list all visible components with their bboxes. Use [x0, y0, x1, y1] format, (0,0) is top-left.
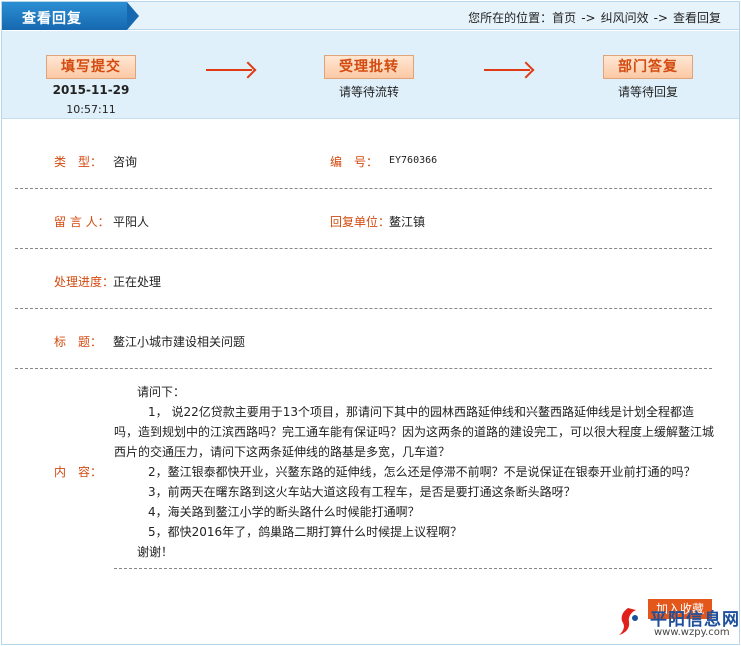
arrow-right-icon — [484, 69, 530, 71]
message-content: 请问下： 1， 说22亿贷款主要用于13个项目，那请问下其中的园林西路延伸线和兴… — [114, 382, 714, 562]
author-label: 留 言 人： — [54, 215, 110, 229]
breadcrumb: 您所在的位置：首页 -> 纠风问效 -> 查看回复 — [468, 9, 721, 26]
breadcrumb-item-current: 查看回复 — [672, 11, 721, 25]
content-label: 内 容： — [54, 465, 103, 479]
breadcrumb-separator: -> — [581, 11, 596, 25]
content-item: 5，都快2016年了，鸽巢路二期打算什么时候提上议程啊？ — [148, 525, 463, 539]
watermark-url: www.wzpy.com — [654, 627, 730, 638]
progress-label: 处理进度： — [54, 275, 115, 289]
subject-label: 标 题： — [54, 335, 103, 349]
type-label: 类 型： — [54, 155, 103, 169]
content-item: 1， 说22亿贷款主要用于13个项目，那请问下其中的园林西路延伸线和兴鳌西路延伸… — [114, 405, 715, 459]
reply-unit-value: 鳌江镇 — [389, 215, 426, 229]
reply-unit-label: 回复单位： — [330, 215, 391, 229]
number-label: 编 号： — [330, 155, 379, 169]
step-submit-time: 10:57:11 — [66, 103, 116, 116]
arrow-right-icon — [206, 69, 252, 71]
content-closing: 谢谢！ — [137, 545, 174, 559]
content-item: 4，海关路到鳌江小学的断头路什么时候能打通啊？ — [148, 505, 420, 519]
content-item: 3，前两天在曙东路到这火车站大道这段有工程车，是否是要打通这条断头路呀？ — [148, 485, 576, 499]
step-process-badge: 受理批转 — [324, 55, 414, 79]
step-submit-badge: 填写提交 — [46, 55, 136, 79]
step-reply-badge: 部门答复 — [603, 55, 693, 79]
panel-header: 查看回复 您所在的位置：首页 -> 纠风问效 -> 查看回复 — [2, 2, 739, 30]
row-divider — [15, 248, 712, 249]
step-submit-date: 2015-11-29 — [52, 83, 130, 97]
progress-value: 正在处理 — [113, 275, 162, 289]
breadcrumb-prefix: 您所在的位置： — [468, 11, 553, 25]
reply-panel: 查看回复 您所在的位置：首页 -> 纠风问效 -> 查看回复 填写提交 2015-11-… — [1, 1, 740, 645]
content-item: 2，鳌江银泰都快开业，兴鳌东路的延伸线，怎么还是停滞不前啊？不是说保证在银泰开业… — [148, 465, 696, 479]
breadcrumb-item-section[interactable]: 纠风问效 — [601, 9, 649, 26]
step-reply-status: 请等待回复 — [617, 85, 678, 99]
content-greeting: 请问下： — [137, 385, 186, 399]
step-process-status: 请等待流转 — [338, 85, 399, 99]
row-divider — [15, 188, 712, 189]
breadcrumb-item-home[interactable]: 首页 — [552, 9, 576, 26]
page-title: 查看回复 — [22, 11, 82, 27]
site-logo-icon — [619, 608, 638, 635]
row-divider — [15, 308, 712, 309]
header-tab: 查看回复 — [2, 2, 139, 30]
author-value: 平阳人 — [113, 215, 150, 229]
number-value: EY760366 — [389, 155, 438, 166]
progress-steps: 填写提交 2015-11-29 10:57:11 受理批转 请等待流转 部门答复… — [2, 31, 739, 119]
row-divider — [15, 368, 712, 369]
subject-value: 鳌江小城市建设相关问题 — [113, 335, 246, 349]
type-value: 咨询 — [113, 155, 138, 169]
content-divider — [114, 568, 712, 569]
breadcrumb-separator: -> — [653, 11, 668, 25]
site-watermark: 平阳信息网 www.wzpy.com — [608, 602, 741, 646]
